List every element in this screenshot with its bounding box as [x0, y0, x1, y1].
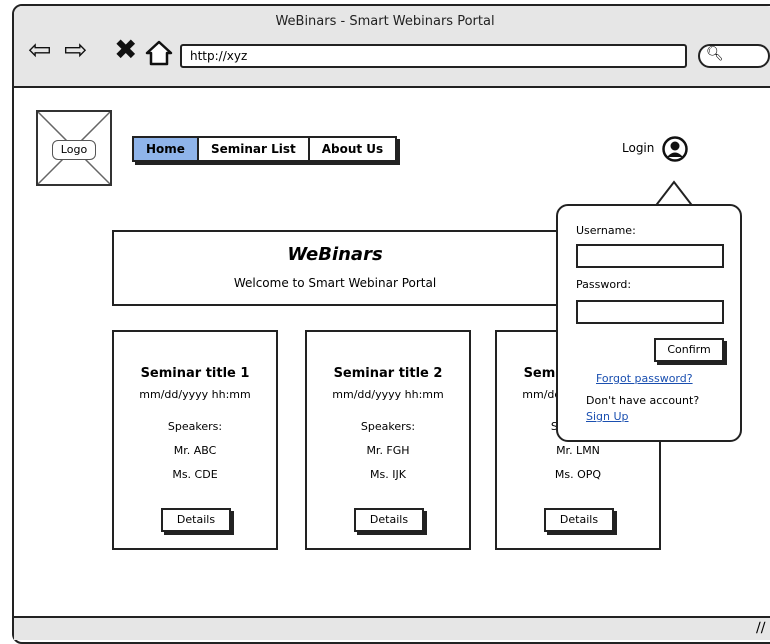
details-button[interactable]: Details [161, 508, 231, 532]
speaker-name: Mr. LMN [556, 444, 600, 457]
password-input[interactable] [576, 300, 724, 324]
window-title: WeBinars - Smart Webinars Portal [275, 14, 495, 29]
confirm-button[interactable]: Confirm [654, 338, 724, 362]
logo: Logo [36, 110, 112, 186]
resize-handle-icon[interactable]: ∕∕ [756, 620, 765, 636]
username-input[interactable] [576, 244, 724, 268]
url-bar[interactable]: http://xyz [180, 44, 687, 68]
main-nav: Home Seminar List About Us [132, 136, 398, 162]
no-account-text: Don't have account? [586, 394, 700, 407]
seminar-datetime: mm/dd/yyyy hh:mm [139, 388, 251, 401]
details-button[interactable]: Details [544, 508, 614, 532]
login-popover: Username: Password: Confirm Forgot passw… [556, 204, 742, 442]
username-label: Username: [576, 224, 636, 237]
speaker-name: Mr. FGH [366, 444, 410, 457]
signup-link[interactable]: Sign Up [586, 410, 629, 423]
details-button[interactable]: Details [354, 508, 424, 532]
hero-banner [112, 230, 558, 306]
forward-arrow-icon[interactable]: ⇨ [64, 36, 87, 64]
speaker-name: Mr. ABC [173, 444, 217, 457]
speakers-label: Speakers: [360, 420, 416, 433]
seminar-datetime: mm/dd/yyyy hh:mm [332, 388, 444, 401]
seminar-title: Seminar title 1 [140, 366, 250, 381]
user-avatar-icon[interactable] [662, 136, 688, 162]
seminar-card: Seminar title 1 mm/dd/yyyy hh:mm Speaker… [112, 330, 278, 550]
search-icon[interactable]: 🔍︎ [706, 47, 724, 61]
hero-title: WeBinars [287, 244, 383, 265]
speakers-label: Speakers: [167, 420, 223, 433]
status-bar [14, 616, 770, 640]
tab-seminar-list[interactable]: Seminar List [199, 138, 310, 160]
hero-subtitle: Welcome to Smart Webinar Portal [233, 276, 437, 290]
forgot-password-link[interactable]: Forgot password? [596, 372, 693, 385]
speaker-name: Ms. CDE [172, 468, 218, 481]
seminar-title: Seminar title 2 [333, 366, 443, 381]
login-link[interactable]: Login [622, 141, 654, 155]
home-icon[interactable] [144, 40, 174, 66]
logo-label: Logo [52, 140, 96, 160]
tab-about-us[interactable]: About Us [310, 138, 395, 160]
password-label: Password: [576, 278, 632, 291]
seminar-card: Seminar title 2 mm/dd/yyyy hh:mm Speaker… [305, 330, 471, 550]
speaker-name: Ms. OPQ [554, 468, 602, 481]
speaker-name: Ms. IJK [370, 468, 406, 481]
back-arrow-icon[interactable]: ⇦ [28, 36, 51, 64]
tab-home[interactable]: Home [134, 138, 199, 160]
close-icon[interactable]: ✖ [114, 36, 137, 64]
